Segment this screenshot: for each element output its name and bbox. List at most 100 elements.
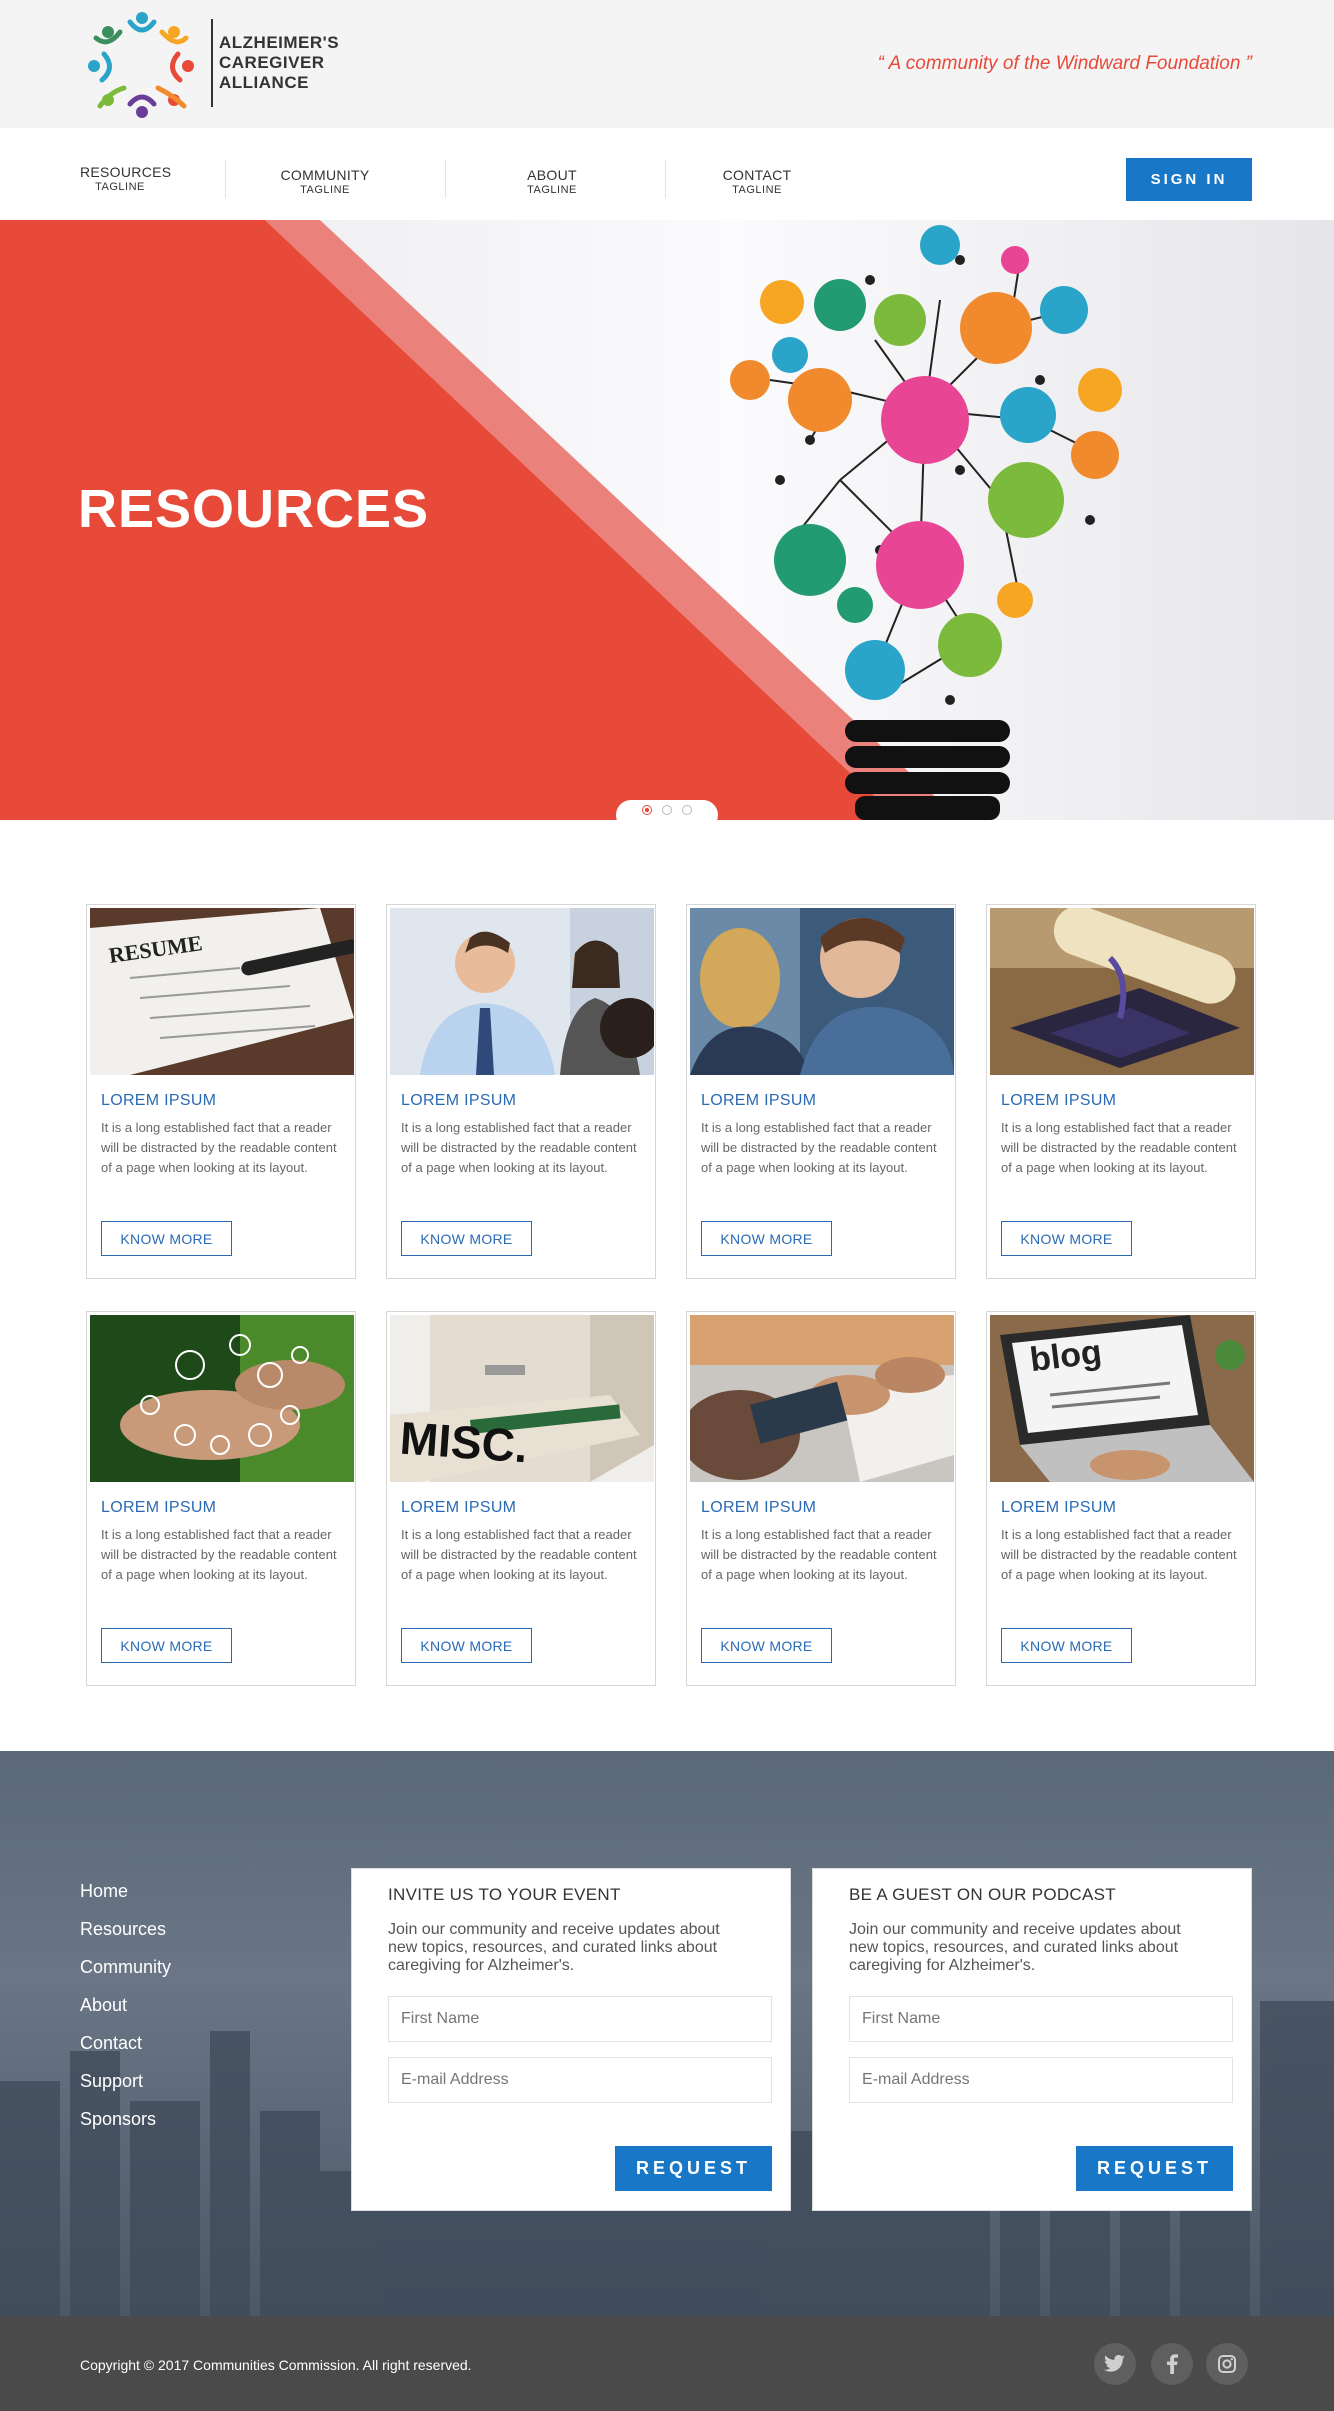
card-description: It is a long established fact that a rea… xyxy=(401,1527,637,1582)
resource-card: LOREM IPSUM It is a long established fac… xyxy=(686,904,956,1279)
hero-banner: RESOURCES xyxy=(0,220,1334,820)
card-title: LOREM IPSUM xyxy=(1001,1092,1117,1109)
know-more-button[interactable]: KNOW MORE xyxy=(1001,1628,1132,1663)
students-photo xyxy=(690,908,954,1075)
site-logo[interactable]: ALZHEIMER'S CAREGIVER ALLIANCE xyxy=(80,8,339,118)
card-description: It is a long established fact that a rea… xyxy=(1001,1527,1237,1582)
nav-sublabel: TAGLINE xyxy=(732,184,782,196)
request-button[interactable]: REQUEST xyxy=(1076,2146,1233,2191)
nav-label: COMMUNITY xyxy=(280,167,370,183)
logo-line-2: CAREGIVER xyxy=(219,52,325,72)
carousel-indicators xyxy=(616,800,718,820)
footer-link-support[interactable]: Support xyxy=(80,2071,171,2093)
card-title: LOREM IPSUM xyxy=(401,1499,517,1516)
copyright-text: Copyright © 2017 Communities Commission.… xyxy=(80,2357,472,2373)
first-name-input[interactable] xyxy=(388,1996,772,2042)
logo-divider xyxy=(211,18,213,107)
know-more-button[interactable]: KNOW MORE xyxy=(701,1221,832,1256)
twitter-icon[interactable] xyxy=(1094,2343,1136,2385)
resource-card: LOREM IPSUM It is a long established fac… xyxy=(686,1311,956,1686)
meeting-desk-photo xyxy=(690,1315,954,1482)
form-description: Join our community and receive updates a… xyxy=(849,1921,1181,1974)
nav-sublabel: TAGLINE xyxy=(527,184,577,196)
header-bar: ALZHEIMER'S CAREGIVER ALLIANCE “ A commu… xyxy=(0,0,1334,128)
facebook-icon[interactable] xyxy=(1151,2343,1193,2385)
card-description: It is a long established fact that a rea… xyxy=(101,1120,337,1175)
card-description: It is a long established fact that a rea… xyxy=(401,1120,637,1175)
know-more-button[interactable]: KNOW MORE xyxy=(701,1628,832,1663)
misc-label: MISC. xyxy=(398,1411,530,1473)
resource-card: LOREM IPSUM It is a long established fac… xyxy=(386,904,656,1279)
footer-link-sponsors[interactable]: Sponsors xyxy=(80,2109,171,2131)
know-more-button[interactable]: KNOW MORE xyxy=(101,1628,232,1663)
footer-section: Home Resources Community About Contact S… xyxy=(0,1751,1334,2316)
footer-link-resources[interactable]: Resources xyxy=(80,1919,171,1941)
nav-sublabel: TAGLINE xyxy=(95,181,145,193)
logo-line-1: ALZHEIMER'S xyxy=(219,32,340,52)
nav-item-about[interactable]: ABOUT TAGLINE xyxy=(512,167,592,196)
instagram-icon[interactable] xyxy=(1206,2343,1248,2385)
card-description: It is a long established fact that a rea… xyxy=(701,1120,937,1175)
card-description: It is a long established fact that a rea… xyxy=(1001,1120,1237,1175)
foundation-tagline: “ A community of the Windward Foundation… xyxy=(877,53,1252,74)
first-name-input[interactable] xyxy=(849,1996,1233,2042)
nav-item-contact[interactable]: CONTACT TAGLINE xyxy=(717,167,797,196)
logo-people-circle-icon xyxy=(80,8,205,118)
email-input[interactable] xyxy=(849,2057,1233,2103)
resource-card: RESUME LOREM IPSUM It is a long establis… xyxy=(86,904,356,1279)
business-people-photo xyxy=(390,908,654,1075)
know-more-button[interactable]: KNOW MORE xyxy=(401,1221,532,1256)
card-title: LOREM IPSUM xyxy=(101,1092,217,1109)
card-description: It is a long established fact that a rea… xyxy=(101,1527,337,1582)
main-navigation: RESOURCES TAGLINE COMMUNITY TAGLINE ABOU… xyxy=(0,128,1334,220)
network-hands-photo xyxy=(90,1315,354,1482)
carousel-dot-3[interactable] xyxy=(682,805,692,815)
footer-link-community[interactable]: Community xyxy=(80,1957,171,1979)
form-heading: BE A GUEST ON OUR PODCAST xyxy=(849,1885,1116,1904)
resource-card: LOREM IPSUM It is a long established fac… xyxy=(986,904,1256,1279)
card-title: LOREM IPSUM xyxy=(701,1499,817,1516)
form-heading: INVITE US TO YOUR EVENT xyxy=(388,1885,621,1904)
footer-link-contact[interactable]: Contact xyxy=(80,2033,171,2055)
footer-bottom-bar: Copyright © 2017 Communities Commission.… xyxy=(0,2316,1334,2411)
misc-cabinet-photo: MISC. xyxy=(390,1315,654,1482)
logo-line-3: ALLIANCE xyxy=(219,72,309,92)
form-description: Join our community and receive updates a… xyxy=(388,1921,720,1974)
graduation-cap-photo xyxy=(990,908,1254,1075)
resume-photo: RESUME xyxy=(90,908,354,1075)
carousel-dot-2[interactable] xyxy=(662,805,672,815)
footer-link-about[interactable]: About xyxy=(80,1995,171,2017)
logo-wordmark: ALZHEIMER'S CAREGIVER ALLIANCE xyxy=(219,33,339,93)
nav-item-resources[interactable]: RESOURCES TAGLINE xyxy=(80,164,172,193)
card-title: LOREM IPSUM xyxy=(701,1092,817,1109)
nav-divider xyxy=(445,160,446,198)
email-input[interactable] xyxy=(388,2057,772,2103)
resource-card: MISC. LOREM IPSUM It is a long establish… xyxy=(386,1311,656,1686)
podcast-guest-form: BE A GUEST ON OUR PODCAST Join our commu… xyxy=(812,1868,1252,2211)
footer-links: Home Resources Community About Contact S… xyxy=(80,1881,171,2147)
nav-divider xyxy=(225,160,226,198)
resource-card: LOREM IPSUM It is a long established fac… xyxy=(86,1311,356,1686)
nav-item-community[interactable]: COMMUNITY TAGLINE xyxy=(280,167,370,196)
nav-divider xyxy=(665,160,666,198)
footer-link-home[interactable]: Home xyxy=(80,1881,171,1903)
nav-label: CONTACT xyxy=(722,167,792,183)
card-title: LOREM IPSUM xyxy=(101,1499,217,1516)
event-invite-form: INVITE US TO YOUR EVENT Join our communi… xyxy=(351,1868,791,2211)
know-more-button[interactable]: KNOW MORE xyxy=(401,1628,532,1663)
nav-label: RESOURCES xyxy=(80,164,172,180)
card-description: It is a long established fact that a rea… xyxy=(701,1527,937,1582)
request-button[interactable]: REQUEST xyxy=(615,2146,772,2191)
know-more-button[interactable]: KNOW MORE xyxy=(1001,1221,1132,1256)
nav-label: ABOUT xyxy=(527,167,577,183)
blog-laptop-photo: blog xyxy=(990,1315,1254,1482)
hero-title: RESOURCES xyxy=(78,479,430,539)
resource-card: blog LOREM IPSUM It is a long establishe… xyxy=(986,1311,1256,1686)
know-more-button[interactable]: KNOW MORE xyxy=(101,1221,232,1256)
nav-sublabel: TAGLINE xyxy=(300,184,350,196)
card-title: LOREM IPSUM xyxy=(1001,1499,1117,1516)
carousel-dot-1[interactable] xyxy=(642,805,652,815)
sign-in-button[interactable]: SIGN IN xyxy=(1126,158,1252,201)
card-title: LOREM IPSUM xyxy=(401,1092,517,1109)
lightbulb-network-icon xyxy=(730,225,1122,820)
